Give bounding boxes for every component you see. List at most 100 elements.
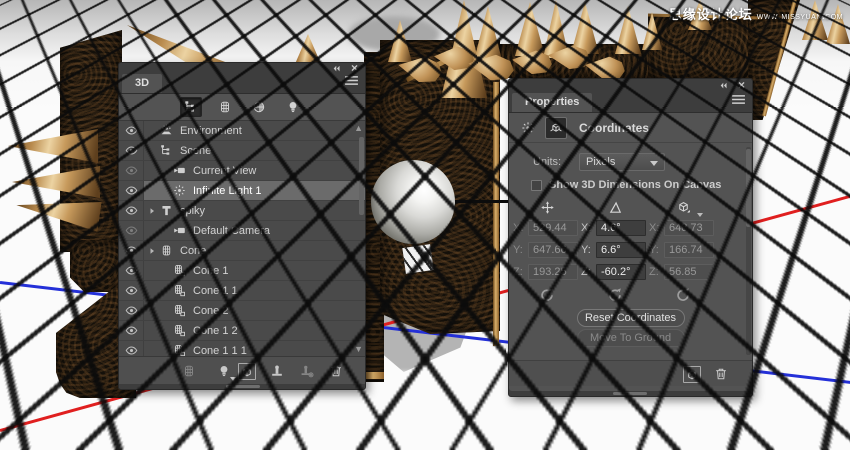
reset-icon[interactable] [649, 283, 717, 307]
close-icon[interactable]: × [738, 79, 745, 91]
layer-label: spiky [180, 204, 206, 217]
photoshop-3d-workspace: 思缘设计论坛 www.missyuan.com × 3D ▲ ▼ Environm… [0, 0, 850, 450]
coord-value-field: 56.85 [664, 264, 714, 280]
coordinates-grid: X: 529.44 Y: 647.66 Z: 193.25 X: 4.6° Y: 6.6° Z: -6… [509, 197, 752, 307]
coord-value-field[interactable]: 4.6° [596, 220, 646, 236]
layer-label: Infinite Light 1 [193, 184, 262, 197]
collapse-panels-icon[interactable] [718, 81, 729, 90]
layer-row-cone[interactable]: Cone [119, 241, 365, 261]
layer-label: Cone 2 [193, 304, 229, 317]
rotate-icon[interactable] [581, 197, 649, 217]
filter-materials-icon[interactable] [248, 97, 270, 117]
layer-row-infinite-light-1[interactable]: Infinite Light 1 [119, 181, 365, 201]
layer-row-cone-1[interactable]: Cone 1 [119, 261, 365, 281]
layer-row-cone-1-2[interactable]: Cone 1 2 [119, 321, 365, 341]
expander-icon[interactable] [148, 247, 158, 255]
3d-panel: × 3D ▲ ▼ Environment Scene Current View Inf… [118, 62, 366, 390]
stamp-icon[interactable] [269, 363, 285, 379]
letter-cutout-grid [402, 244, 434, 274]
move-icon[interactable] [513, 197, 581, 217]
filter-scene-icon[interactable] [180, 97, 202, 117]
3d-panel-hscrollbar[interactable] [119, 384, 365, 389]
show-3d-dimensions-checkbox[interactable] [531, 179, 542, 191]
scale-icon[interactable] [649, 197, 717, 217]
trash-icon[interactable] [328, 363, 344, 379]
visibility-eye-icon[interactable] [119, 241, 144, 260]
layer-label: Environment [180, 124, 242, 137]
layer-row-cone-1-1[interactable]: Cone 1 1 [119, 281, 365, 301]
scroll-down-icon[interactable]: ▼ [354, 344, 363, 354]
layer-row-environment[interactable]: Environment [119, 121, 365, 141]
collapse-panels-icon[interactable] [331, 64, 342, 73]
3d-layer-list: ▲ ▼ Environment Scene Current View Infinite… [119, 120, 365, 356]
layer-row-current-view[interactable]: Current View [119, 161, 365, 181]
axis-label: Y: [513, 244, 523, 256]
properties-vscrollbar[interactable] [746, 147, 751, 355]
layer-row-scene[interactable]: Scene [119, 141, 365, 161]
infinite-light-widget-sphere[interactable] [371, 160, 455, 244]
layer-row-default-camera[interactable]: Default Camera [119, 221, 365, 241]
list-scrollbar-thumb[interactable] [359, 137, 364, 215]
layer-row-cone-1-1-1[interactable]: Cone 1 1 1 [119, 341, 365, 356]
letter-bottom-left-upper [70, 240, 125, 292]
reset-icon[interactable] [513, 283, 581, 307]
reset-icon[interactable] [581, 283, 649, 307]
light-direction-line[interactable] [446, 200, 508, 203]
visibility-eye-icon[interactable] [119, 261, 144, 280]
trash-icon[interactable] [713, 366, 729, 382]
properties-title: Coordinates [579, 120, 650, 135]
coord-value-field: 529.44 [528, 220, 578, 236]
layer-row-spiky[interactable]: spiky [119, 201, 365, 221]
visibility-eye-icon[interactable] [119, 121, 144, 140]
watermark-site-text: www.missyuan.com [756, 11, 843, 22]
close-icon[interactable]: × [351, 62, 358, 74]
axis-label: Y: [581, 244, 591, 256]
tab-properties[interactable]: Properties [512, 93, 593, 112]
axis-label: Z: [649, 266, 659, 278]
move-to-ground-button[interactable]: Move To Ground [576, 329, 685, 347]
lightbulb-icon[interactable] [216, 363, 236, 381]
infinite-light-icon[interactable] [517, 117, 539, 139]
chevron-down-icon [697, 213, 703, 217]
properties-hscrollbar[interactable] [509, 391, 752, 396]
properties-header: Coordinates [509, 113, 752, 143]
visibility-eye-icon[interactable] [119, 201, 144, 220]
layer-label: Cone 1 1 1 [193, 344, 247, 357]
expander-icon[interactable] [148, 207, 158, 215]
visibility-eye-icon[interactable] [119, 181, 144, 200]
reset-coordinates-button[interactable]: Reset Coordinates [576, 309, 685, 327]
add-cube-icon[interactable] [683, 366, 701, 383]
layer-label: Cone 1 [193, 264, 229, 277]
stamp-delete-icon[interactable] [299, 363, 315, 379]
visibility-eye-icon[interactable] [119, 281, 144, 300]
visibility-eye-icon[interactable] [119, 301, 144, 320]
coord-column-position: X: 529.44 Y: 647.66 Z: 193.25 [513, 197, 581, 307]
visibility-eye-icon[interactable] [119, 321, 144, 340]
coord-value-field[interactable]: 6.6° [596, 242, 646, 258]
visibility-eye-icon[interactable] [119, 161, 144, 180]
units-dropdown[interactable]: Pixels [579, 153, 665, 171]
3d-panel-dragbar[interactable]: × [119, 62, 365, 74]
mesh-t-icon [158, 204, 174, 217]
properties-panel-dragbar[interactable]: × [509, 79, 752, 92]
visibility-eye-icon[interactable] [119, 221, 144, 240]
panel-menu-icon[interactable] [344, 75, 359, 89]
coordinates-icon[interactable] [545, 116, 567, 139]
add-cube-icon[interactable] [238, 363, 256, 380]
watermark-cn-text: 思缘设计论坛 [668, 7, 753, 22]
layer-row-cone-2[interactable]: Cone 2 [119, 301, 365, 321]
gold-trim-sliver-base [364, 372, 384, 379]
filter-mesh-icon[interactable] [214, 97, 236, 117]
filter-lights-icon[interactable] [282, 97, 304, 117]
scroll-up-icon[interactable]: ▲ [354, 123, 363, 133]
coord-value-field[interactable]: -60.2° [596, 264, 646, 280]
chevron-down-icon [650, 161, 658, 166]
coord-value-field: 193.25 [528, 264, 578, 280]
coord-column-scale: X: 648.73 Y: 166.74 Z: 56.85 [649, 197, 717, 307]
layer-label: Cone 1 1 [193, 284, 238, 297]
visibility-eye-icon[interactable] [119, 141, 144, 160]
tab-3d[interactable]: 3D [122, 74, 163, 93]
visibility-eye-icon[interactable] [119, 341, 144, 356]
mesh-icon[interactable] [181, 363, 197, 379]
panel-menu-icon[interactable] [731, 94, 746, 108]
